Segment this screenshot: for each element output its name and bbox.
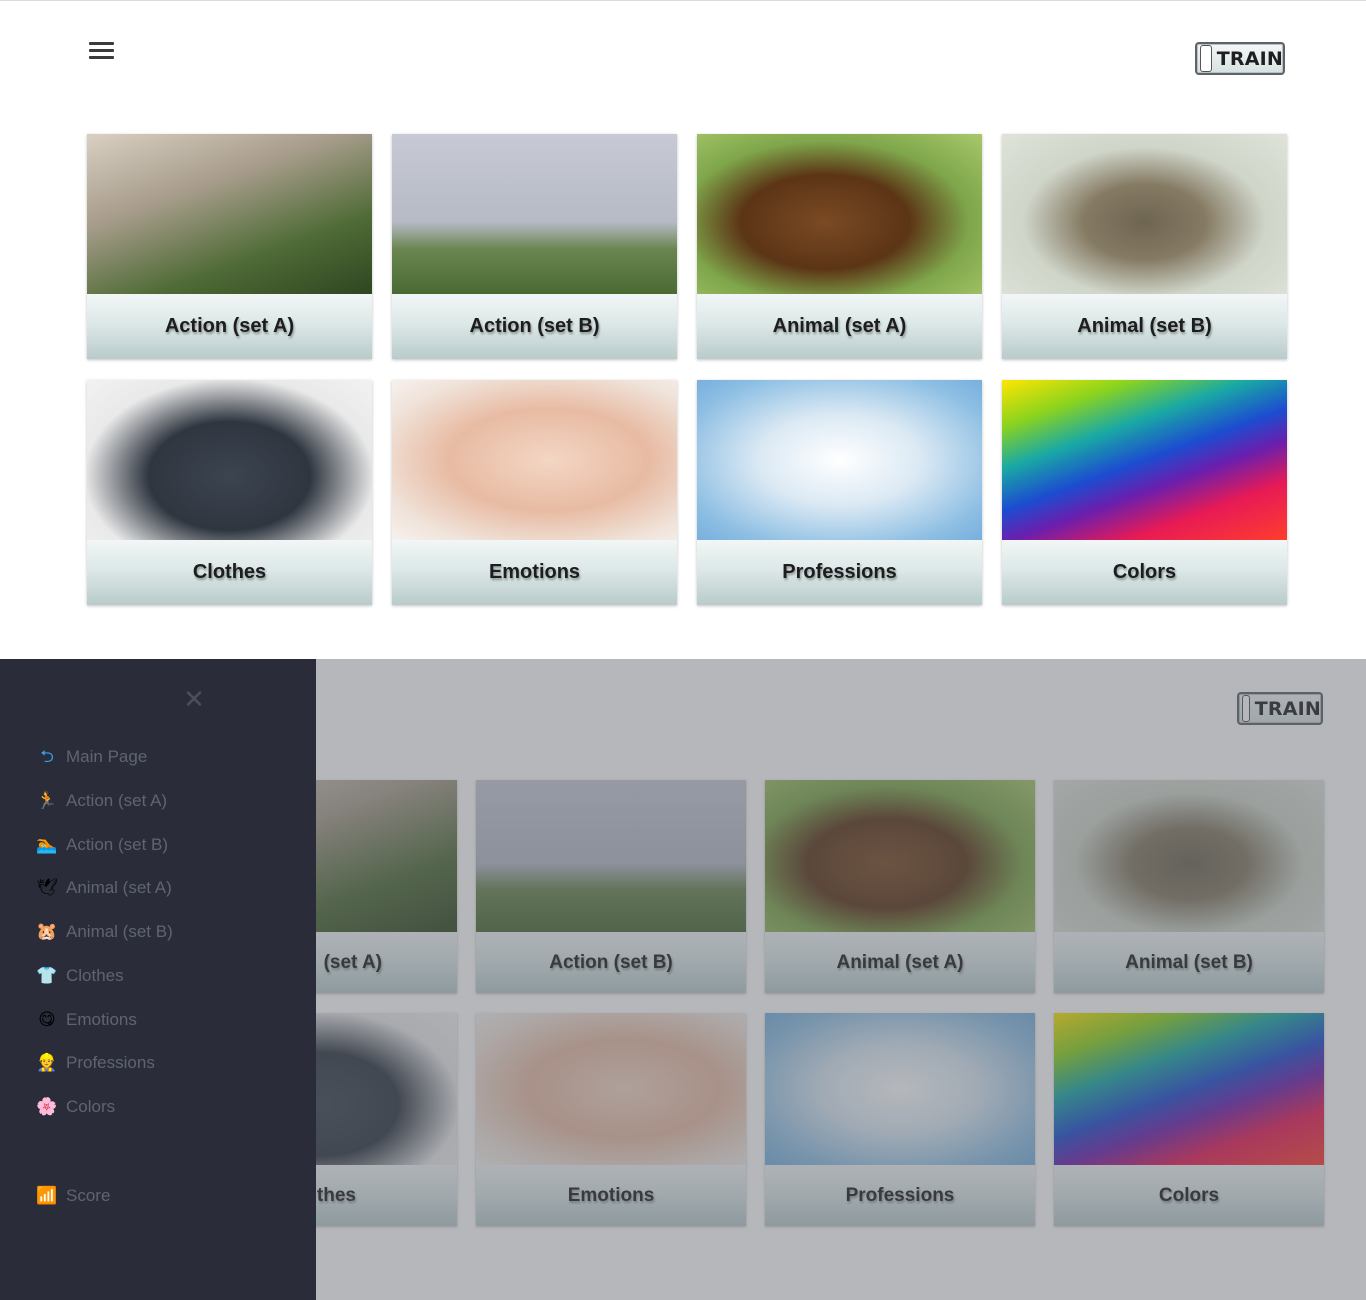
category-label: Emotions [392,540,677,605]
tshirt-icon: 👕 [36,966,58,986]
baby-photo [392,380,677,540]
menu-item-score[interactable]: 📶 Score [36,1183,110,1209]
menu-item-emotions[interactable]: 😋 Emotions [36,1007,137,1033]
menu-item-label: Action (set B) [66,835,169,854]
menu-item-label: Action (set A) [66,791,168,810]
category-label: Colors [1002,540,1287,605]
menu-item-label: Colors [66,1097,116,1116]
category-label: Animal (set B) [1002,294,1287,359]
category-card-professions[interactable]: Professions [697,380,982,605]
side-drawer: ✕ ⮌ Main Page 🏃 Action (set A) 🏊 Action … [0,659,316,1300]
back-arrow-icon: ⮌ [40,747,54,767]
menu-item-animal-b[interactable]: 🐹 Animal (set B) [36,919,173,945]
train-toggle-knob[interactable] [1200,45,1212,72]
train-toggle[interactable]: TRAIN [1195,42,1285,75]
category-card-animal-b[interactable]: Animal (set B) [1002,134,1287,359]
category-card-animal-a[interactable]: Animal (set A) [697,134,982,359]
main-screen: TRAIN Action (set A) Action (set B) Anim… [0,0,1366,659]
smiley-icon: 😋 [38,1010,56,1030]
close-icon[interactable]: ✕ [183,687,205,713]
hoodie-photo [87,380,372,540]
running-person-icon: 🏃 [36,791,58,811]
menu-item-action-b[interactable]: 🏊 Action (set B) [36,832,168,858]
menu-item-clothes[interactable]: 👕 Clothes [36,963,124,989]
menu-item-label: Professions [66,1053,155,1072]
category-card-action-a[interactable]: Action (set A) [87,134,372,359]
category-card-action-b[interactable]: Action (set B) [392,134,677,359]
category-card-emotions[interactable]: Emotions [392,380,677,605]
menu-item-label: Animal (set A) [66,878,172,897]
hamburger-menu-icon[interactable] [89,41,115,59]
action-b-photo [392,134,677,294]
category-card-colors[interactable]: Colors [1002,380,1287,605]
menu-item-main-page[interactable]: ⮌ Main Page [36,744,147,770]
hamster-icon: 🐹 [36,922,58,942]
worker-icon: 👷 [36,1053,58,1073]
menu-item-professions[interactable]: 👷 Professions [36,1050,155,1076]
menu-item-label: Clothes [66,966,124,985]
swimmer-icon: 🏊 [36,835,58,855]
menu-item-label: Emotions [66,1010,137,1029]
category-label: Animal (set A) [697,294,982,359]
category-label: Clothes [87,540,372,605]
category-card-clothes[interactable]: Clothes [87,380,372,605]
menu-item-colors[interactable]: 🌸 Colors [36,1094,115,1120]
rainbow-photo [1002,380,1287,540]
dog-photo [1002,134,1287,294]
bird-icon: 🕊 [36,878,58,898]
category-label: Professions [697,540,982,605]
bear-photo [697,134,982,294]
menu-item-label: Animal (set B) [66,922,173,941]
menu-item-label: Score [66,1186,111,1205]
action-a-photo [87,134,372,294]
menu-item-label: Main Page [66,747,148,766]
doctor-photo [697,380,982,540]
drawer-open-screen: TRAIN (set A) Action (set B) Animal (set… [0,659,1366,1300]
category-label: Action (set A) [87,294,372,359]
color-wheel-icon: 🌸 [36,1097,58,1117]
menu-item-animal-a[interactable]: 🕊 Animal (set A) [36,875,172,901]
train-label: TRAIN [1216,47,1283,70]
bar-chart-icon: 📶 [36,1186,58,1206]
category-label: Action (set B) [392,294,677,359]
menu-item-action-a[interactable]: 🏃 Action (set A) [36,788,167,814]
